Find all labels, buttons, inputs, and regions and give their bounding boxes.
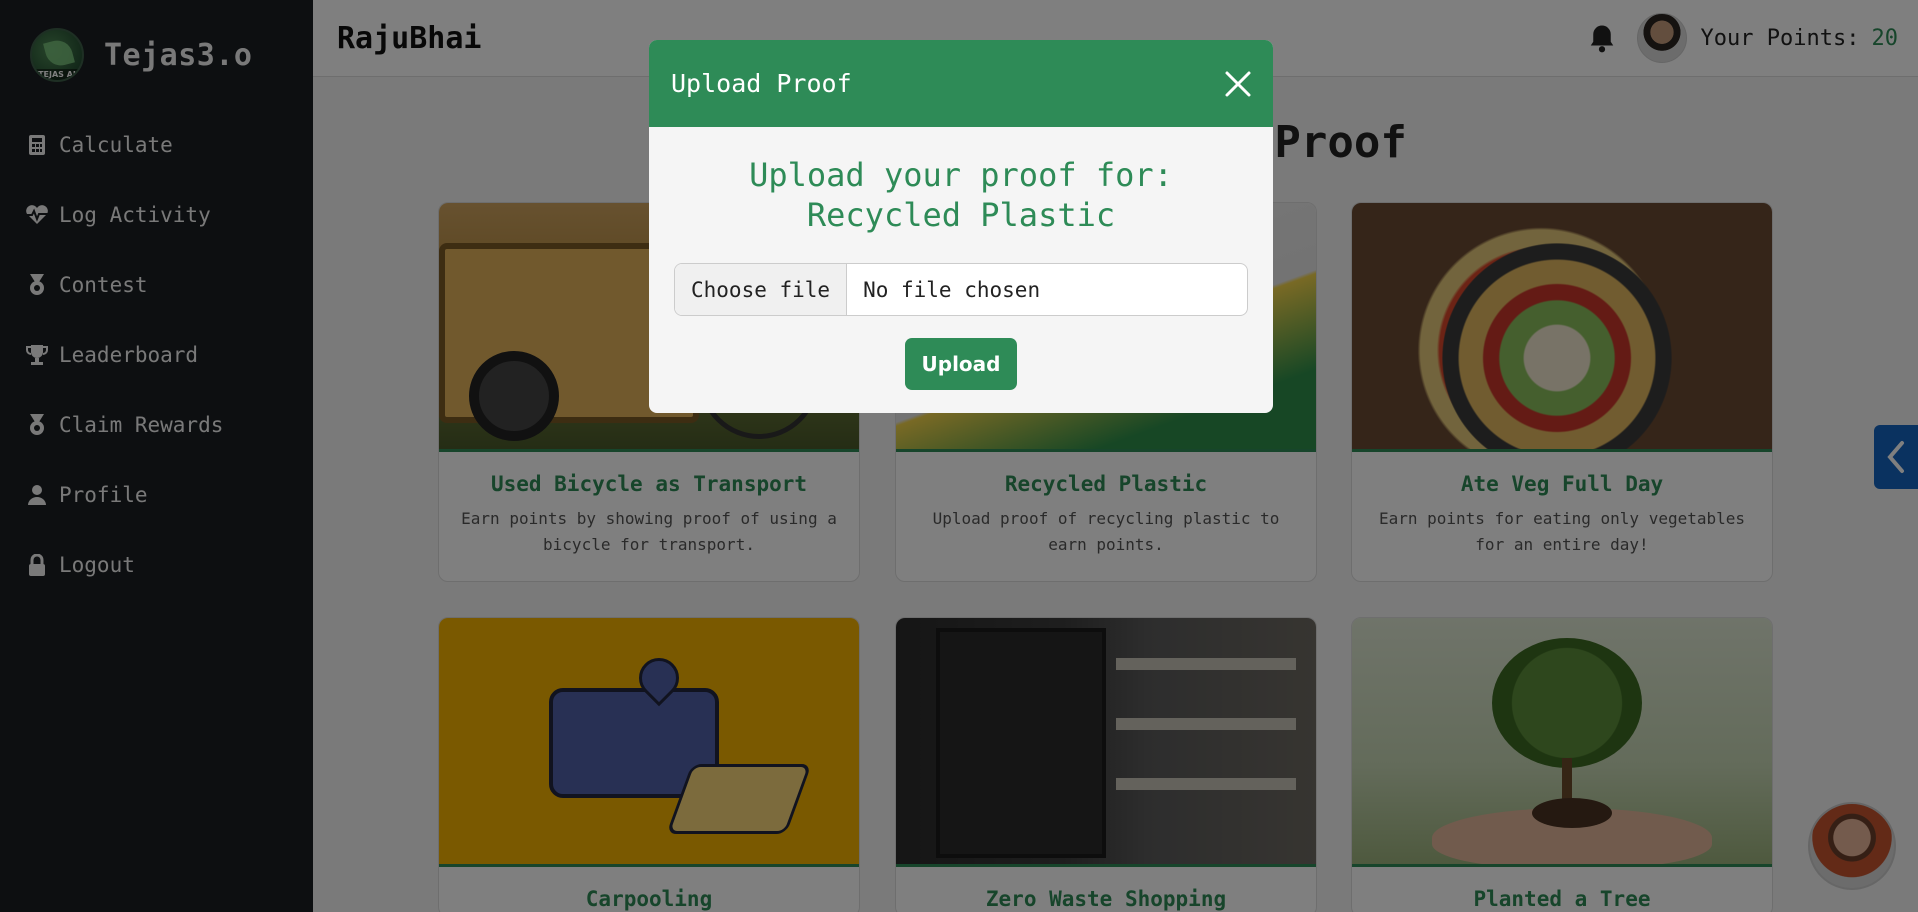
modal-title: Upload Proof — [671, 69, 852, 98]
upload-button[interactable]: Upload — [904, 338, 1018, 390]
file-status: No file chosen — [863, 277, 1041, 302]
file-input[interactable]: Choose file No file chosen — [674, 263, 1248, 316]
modal-heading-line1: Upload your proof for: — [749, 156, 1173, 194]
close-icon[interactable] — [1221, 67, 1255, 101]
choose-file-button[interactable]: Choose file — [675, 264, 848, 315]
modal-header: Upload Proof — [649, 40, 1273, 127]
upload-proof-modal: Upload Proof Upload your proof for: Recy… — [649, 40, 1273, 413]
modal-heading-line2: Recycled Plastic — [806, 196, 1116, 234]
modal-heading: Upload your proof for: Recycled Plastic — [649, 155, 1273, 235]
upload-button-wrap: Upload — [649, 338, 1273, 390]
